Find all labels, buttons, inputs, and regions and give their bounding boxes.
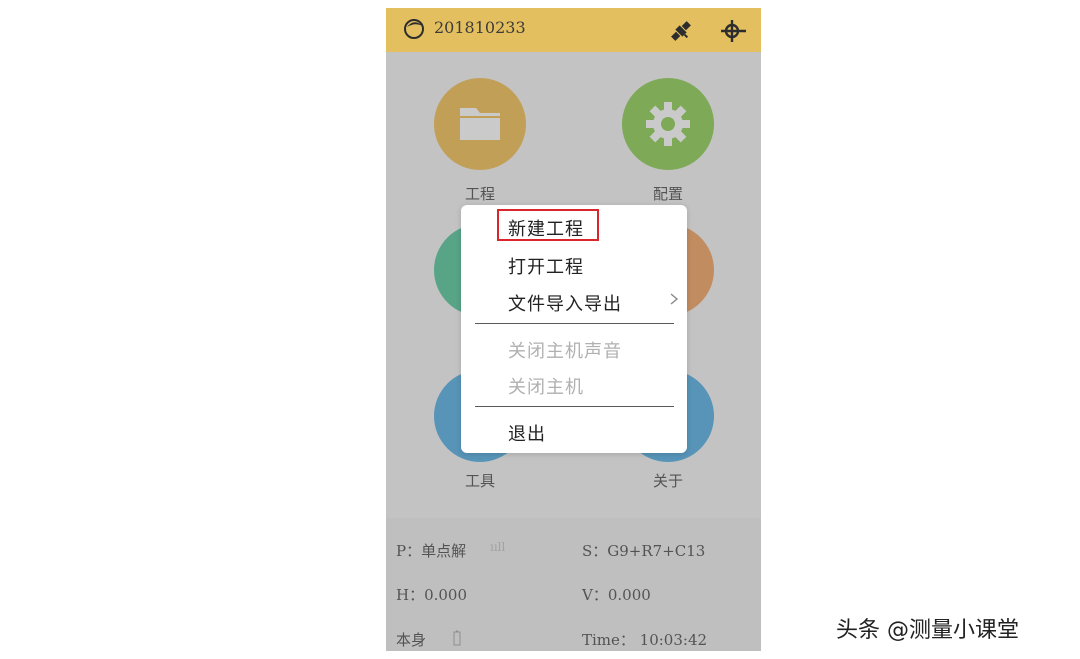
header-dim: [386, 8, 761, 52]
menu-divider: [475, 323, 674, 324]
menu-divider: [475, 406, 674, 407]
menu-item-open-project[interactable]: 打开工程: [508, 253, 584, 279]
context-menu: 新建工程 打开工程 文件导入导出 关闭主机声音 关闭主机 退出: [461, 205, 687, 453]
top-bar: 201810233: [386, 8, 761, 52]
menu-item-new-project[interactable]: 新建工程: [508, 215, 584, 241]
watermark: 头条 @测量小课堂: [836, 618, 1019, 643]
menu-item-file-import-export[interactable]: 文件导入导出: [508, 290, 622, 316]
chevron-right-icon: [670, 293, 679, 305]
menu-item-exit[interactable]: 退出: [508, 420, 546, 446]
menu-item-power-off-receiver[interactable]: 关闭主机: [508, 373, 584, 399]
menu-item-mute-receiver[interactable]: 关闭主机声音: [508, 337, 622, 363]
